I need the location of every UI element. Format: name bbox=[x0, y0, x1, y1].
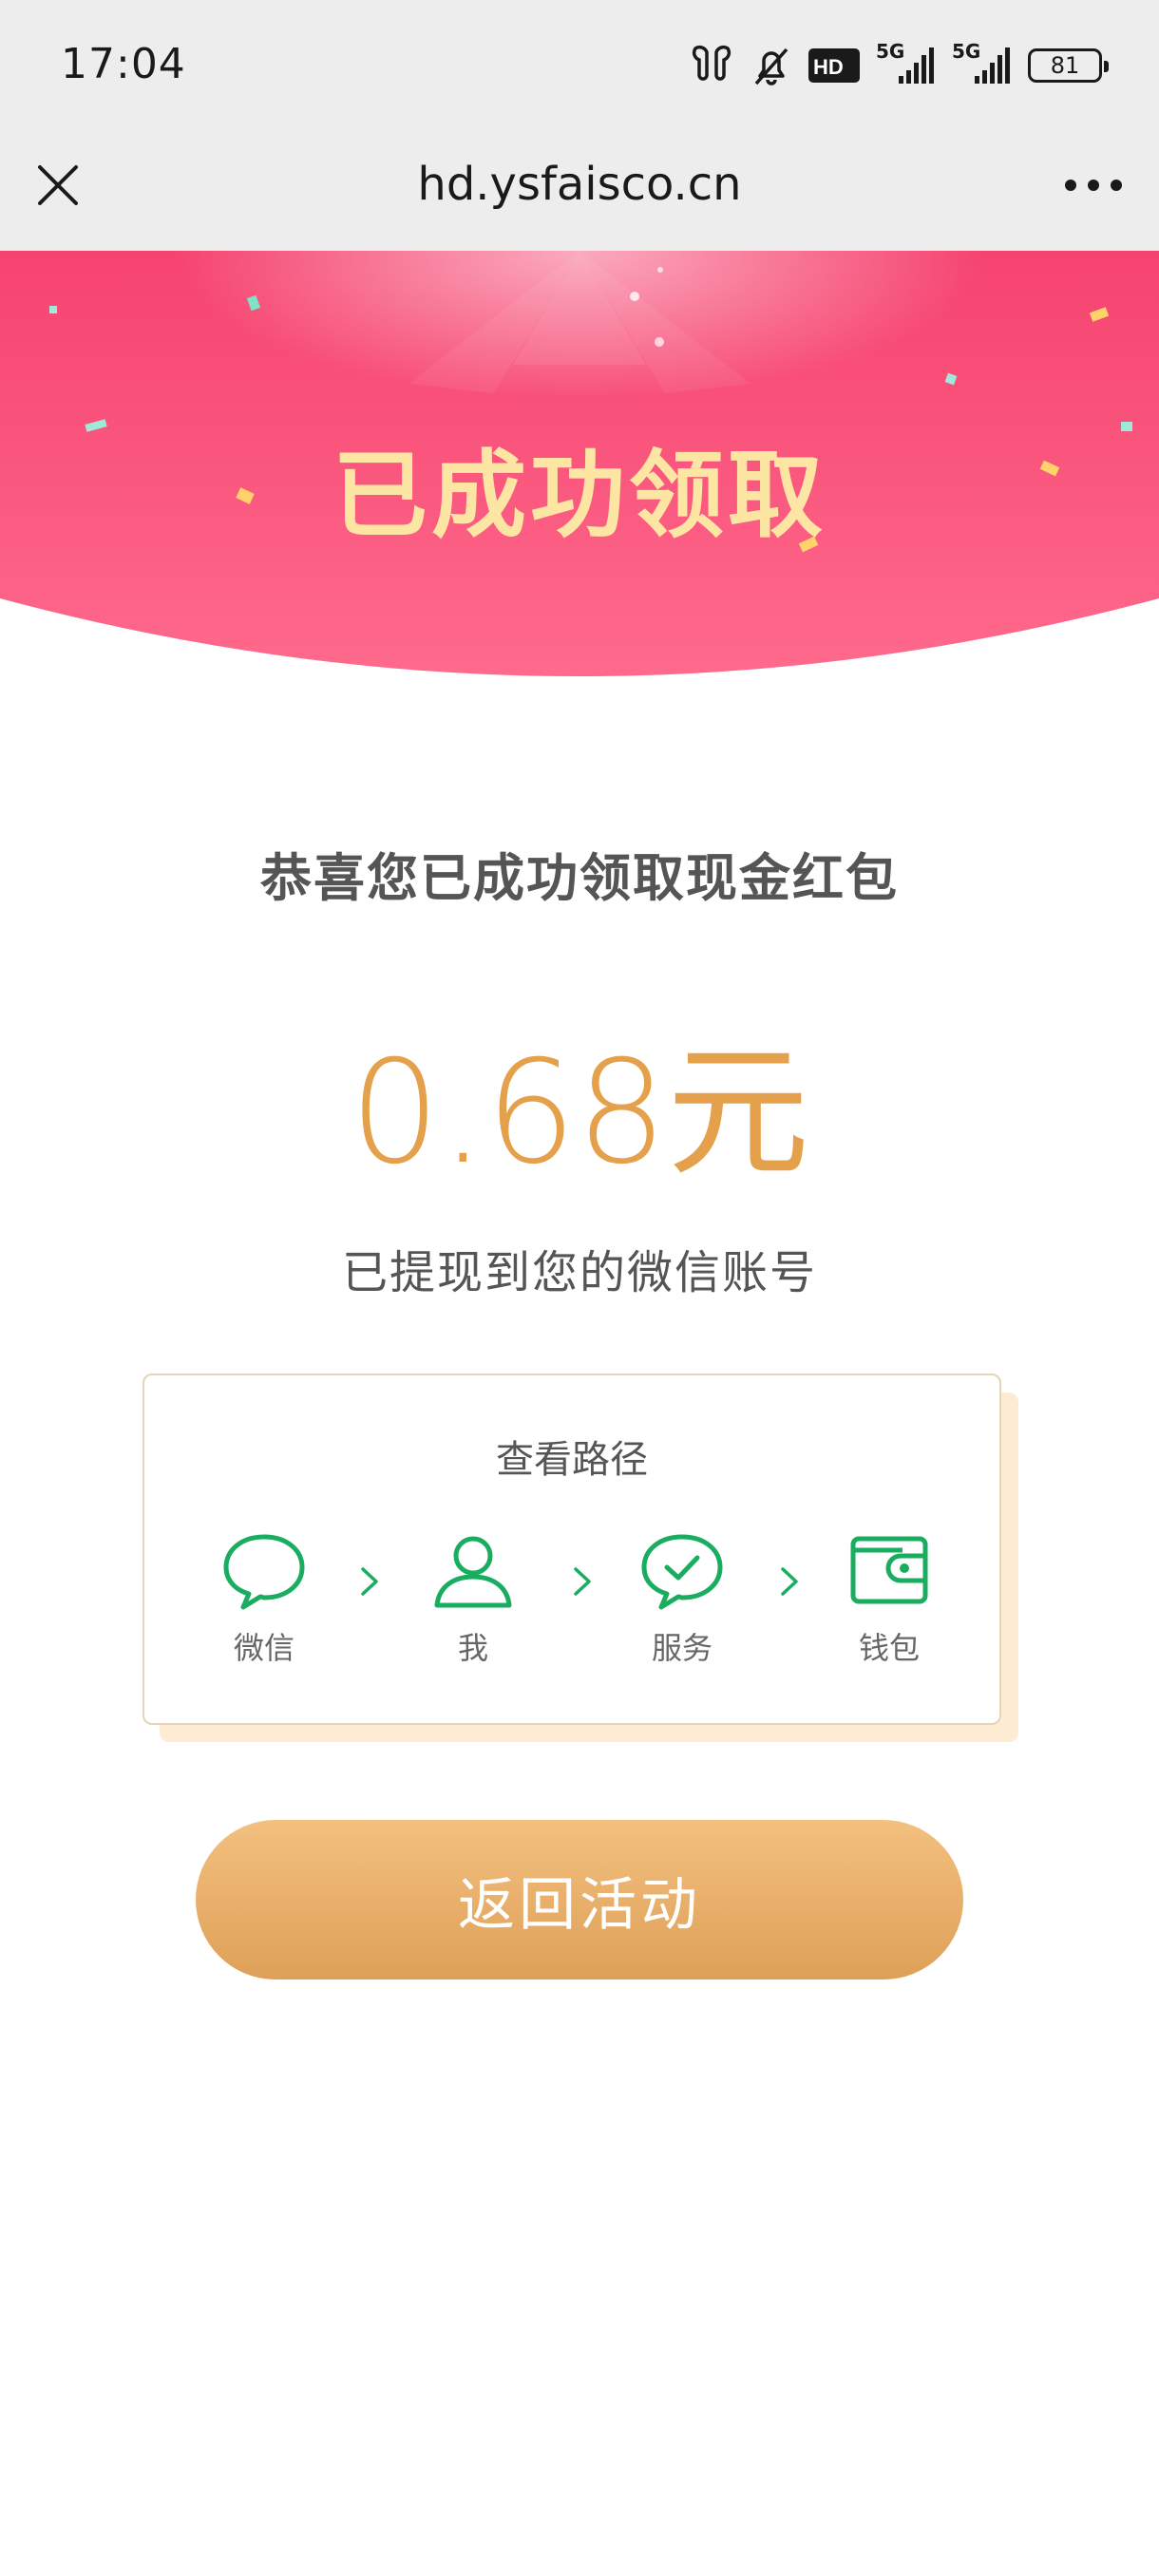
status-bar: 17:04 HD 5G 5G 81 bbox=[0, 0, 1159, 133]
service-check-icon bbox=[641, 1534, 723, 1610]
step-wallet: 钱包 bbox=[813, 1531, 965, 1668]
hd-label: HD bbox=[813, 55, 844, 79]
status-icons: HD 5G 5G 81 bbox=[688, 40, 1109, 89]
path-card: 查看路径 微信 我 服务 钱包 bbox=[142, 1373, 1001, 1725]
signal-icon bbox=[899, 47, 934, 84]
more-icon[interactable] bbox=[1062, 161, 1125, 209]
bell-muted-icon bbox=[754, 47, 788, 85]
amount-value: 0.68元 bbox=[350, 1031, 809, 1196]
step-label-wallet: 钱包 bbox=[858, 1630, 920, 1666]
step-label-service: 服务 bbox=[651, 1630, 712, 1666]
success-banner: 已成功领取 bbox=[0, 251, 1159, 707]
person-icon bbox=[434, 1536, 512, 1608]
chat-icon bbox=[223, 1534, 305, 1610]
wallet-icon bbox=[850, 1536, 928, 1604]
signal-icon bbox=[975, 47, 1010, 84]
chevron-right-icon bbox=[574, 1567, 591, 1596]
status-time: 17:04 bbox=[61, 40, 186, 88]
url-text: hd.ysfaisco.cn bbox=[417, 158, 742, 211]
withdraw-note: 已提现到您的微信账号 bbox=[341, 1246, 817, 1299]
chevron-right-icon bbox=[781, 1567, 798, 1596]
network-5g-2: 5G bbox=[952, 40, 1013, 87]
return-to-activity-button[interactable]: 返回活动 bbox=[196, 1820, 963, 1979]
browser-bar: hd.ysfaisco.cn bbox=[0, 133, 1159, 251]
path-card-title: 查看路径 bbox=[496, 1438, 648, 1482]
chevron-right-icon bbox=[361, 1567, 378, 1596]
step-label-wechat: 微信 bbox=[233, 1630, 294, 1666]
network-5g-1: 5G bbox=[876, 40, 937, 87]
step-me: 我 bbox=[397, 1531, 549, 1668]
congrats-heading: 恭喜您已成功领取现金红包 bbox=[260, 848, 899, 908]
banner-title: 已成功领取 bbox=[332, 440, 826, 551]
step-label-me: 我 bbox=[457, 1630, 488, 1666]
step-wechat: 微信 bbox=[188, 1531, 340, 1668]
battery-level: 81 bbox=[1050, 52, 1080, 79]
earbuds-icon bbox=[692, 45, 732, 81]
hd-icon: HD bbox=[808, 48, 860, 83]
step-service: 服务 bbox=[606, 1531, 758, 1668]
battery-icon: 81 bbox=[1028, 48, 1109, 83]
